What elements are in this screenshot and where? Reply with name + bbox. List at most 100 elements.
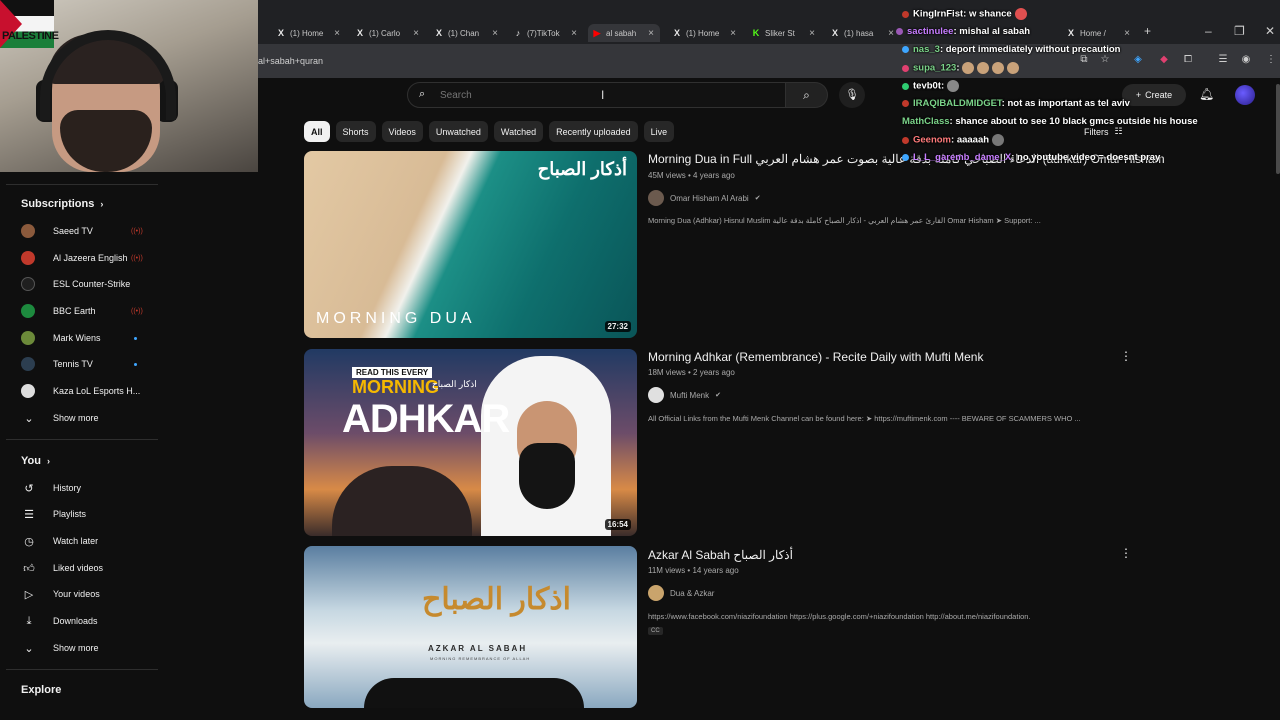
explore-heading: Explore <box>21 684 62 696</box>
chip-shorts[interactable]: Shorts <box>335 121 376 142</box>
avatar <box>648 585 664 601</box>
close-icon[interactable]: × <box>648 28 654 39</box>
duration-badge: 16:54 <box>604 519 631 530</box>
close-icon[interactable]: × <box>888 28 894 39</box>
search-input[interactable] <box>440 87 740 103</box>
x-logo-icon: X <box>356 28 363 38</box>
chat-badge-icon <box>902 45 909 53</box>
sidebar-item-playlists[interactable]: ☰ Playlists <box>21 504 161 524</box>
browser-tab[interactable]: X (1) Home × <box>276 24 340 42</box>
show-more-subscriptions[interactable]: ⌄ Show more <box>21 408 161 428</box>
chat-message: sactinulee: mishal al sabah <box>896 26 1030 37</box>
duration-badge: 27:32 <box>604 321 631 332</box>
you-heading[interactable]: You › <box>21 455 50 467</box>
sidebar-item-subscription[interactable]: Kaza LoL Esports H... <box>21 381 161 401</box>
close-icon[interactable]: × <box>334 28 340 39</box>
profile-icon[interactable]: ◉ <box>1240 54 1252 66</box>
avatar[interactable] <box>1235 85 1255 105</box>
chip-all[interactable]: All <box>304 121 330 142</box>
close-icon[interactable]: × <box>413 28 419 39</box>
browser-tab[interactable]: X (1) Carlo × <box>355 24 419 42</box>
chat-message: tevb0t: <box>902 80 960 92</box>
chat-badge-icon <box>902 64 909 72</box>
video-title[interactable]: Azkar Al Sabah أذكار الصباح <box>648 548 793 562</box>
chat-message: L_L_garemb_dame_X: no youtube video = do… <box>902 152 1160 163</box>
sidebar-item-subscription[interactable]: BBC Earth ((•)) <box>21 301 161 321</box>
video-thumbnail[interactable]: أذكار الصباح MORNING DUA 27:32 <box>304 151 637 338</box>
more-actions-icon[interactable]: ⋮ <box>1120 349 1132 363</box>
tab-label: (1) Home <box>686 28 720 38</box>
scrollbar[interactable] <box>1276 84 1280 174</box>
browser-tab[interactable]: X (1) Home × <box>672 24 736 42</box>
x-logo-icon: X <box>831 28 838 38</box>
sidebar-item-your-videos[interactable]: ▷ Your videos <box>21 584 161 604</box>
search-box[interactable]: ⌕ <box>407 82 786 108</box>
new-content-dot <box>134 362 137 366</box>
sidebar-item-subscription[interactable]: Al Jazeera English ((•)) <box>21 248 161 268</box>
sidebar-item-subscription[interactable]: Tennis TV <box>21 354 161 374</box>
headphones <box>40 30 176 120</box>
browser-menu-icon[interactable]: ⋮ <box>1265 54 1277 66</box>
browser-tab[interactable]: X (1) hasa × <box>830 24 894 42</box>
browser-tab[interactable]: X (1) Chan × <box>434 24 498 42</box>
voice-search-button[interactable]: 🎙︎ <box>839 82 865 108</box>
sidebar-item-history[interactable]: ↺ History <box>21 478 161 498</box>
emote-icon <box>977 62 990 74</box>
close-icon[interactable]: × <box>730 28 736 39</box>
address-text[interactable]: al+sabah+quran <box>258 56 323 66</box>
sidebar-item-subscription[interactable]: Saeed TV ((•)) <box>21 221 161 241</box>
verified-icon: ✔ <box>754 195 761 202</box>
thumbnail-text: MORNING REMEMBRANCE OF ALLAH <box>430 656 531 661</box>
video-meta: 11M views • 14 years ago <box>648 566 739 575</box>
channel-link[interactable]: Omar Hisham Al Arabi ✔ <box>648 190 761 206</box>
tab-label: al sabah <box>606 28 637 38</box>
video-description: All Official Links from the Mufti Menk C… <box>648 414 1081 423</box>
chat-message: KingIrnFist: w shance <box>902 8 1027 20</box>
media-icon[interactable]: ☰ <box>1217 54 1229 66</box>
more-actions-icon[interactable]: ⋮ <box>1120 546 1132 560</box>
search-icon: ⌕ <box>419 88 426 100</box>
video-title[interactable]: Morning Adhkar (Remembrance) - Recite Da… <box>648 350 983 364</box>
browser-tab-active[interactable]: ▶ al sabah × <box>588 24 660 42</box>
close-icon[interactable]: × <box>492 28 498 39</box>
chip-watched[interactable]: Watched <box>493 121 544 142</box>
avatar <box>21 304 35 318</box>
maximize-icon[interactable]: ❐ <box>1234 24 1245 38</box>
sidebar-item-downloads[interactable]: ⤓ Downloads <box>21 611 161 631</box>
tab-label: Sliker St <box>765 28 795 38</box>
chip-unwatched[interactable]: Unwatched <box>428 121 488 142</box>
avatar <box>21 331 35 345</box>
sidebar-item-liked-videos[interactable]: 👍︎ Liked videos <box>21 558 161 578</box>
video-thumbnail[interactable]: READ THIS EVERY MORNING اذكار الصباح ADH… <box>304 349 637 536</box>
video-thumbnail[interactable]: اذكار الصباح AZKAR AL SABAH MORNING REME… <box>304 546 637 708</box>
chat-message: MathClass: shance about to see 10 black … <box>902 116 1198 127</box>
emote-icon <box>992 62 1005 74</box>
search-icon: ⌕ <box>803 88 810 102</box>
close-icon[interactable]: × <box>809 28 815 39</box>
video-description: Morning Dua (Adhkar) Hisnul Muslim القار… <box>648 216 1041 225</box>
chip-videos[interactable]: Videos <box>381 121 423 142</box>
chip-recently-uploaded[interactable]: Recently uploaded <box>549 121 638 142</box>
video-meta: 45M views • 4 years ago <box>648 171 735 180</box>
sidebar-item-watch-later[interactable]: ◷ Watch later <box>21 531 161 551</box>
thumbnail-text: اذكار الصباح <box>422 583 571 616</box>
close-icon[interactable]: × <box>571 28 577 39</box>
search-button[interactable]: ⌕ <box>786 82 828 108</box>
tab-label: (1) hasa <box>844 28 874 38</box>
browser-tab[interactable]: ♪ (7)TikTok × <box>513 24 577 42</box>
subscriptions-heading[interactable]: Subscriptions › <box>21 198 103 210</box>
live-icon: ((•)) <box>131 254 143 262</box>
window-close-icon[interactable]: ✕ <box>1265 24 1275 38</box>
live-icon: ((•)) <box>131 307 143 315</box>
sidebar-item-subscription[interactable]: Mark Wiens <box>21 328 161 348</box>
flag-text: PALESTINE <box>2 30 59 42</box>
tab-label: (1) Chan <box>448 28 480 38</box>
sidebar-item-subscription[interactable]: ESL Counter-Strike <box>21 274 161 294</box>
chip-live[interactable]: Live <box>643 121 675 142</box>
thumbnail-text: اذكار الصباح <box>432 379 477 389</box>
browser-tab[interactable]: K Sliker St × <box>751 24 815 42</box>
show-more-you[interactable]: ⌄ Show more <box>21 638 161 658</box>
channel-link[interactable]: Mufti Menk ✔ <box>648 387 721 403</box>
channel-link[interactable]: Dua & Azkar <box>648 585 714 601</box>
webcam-overlay: PALESTINE <box>0 0 258 172</box>
